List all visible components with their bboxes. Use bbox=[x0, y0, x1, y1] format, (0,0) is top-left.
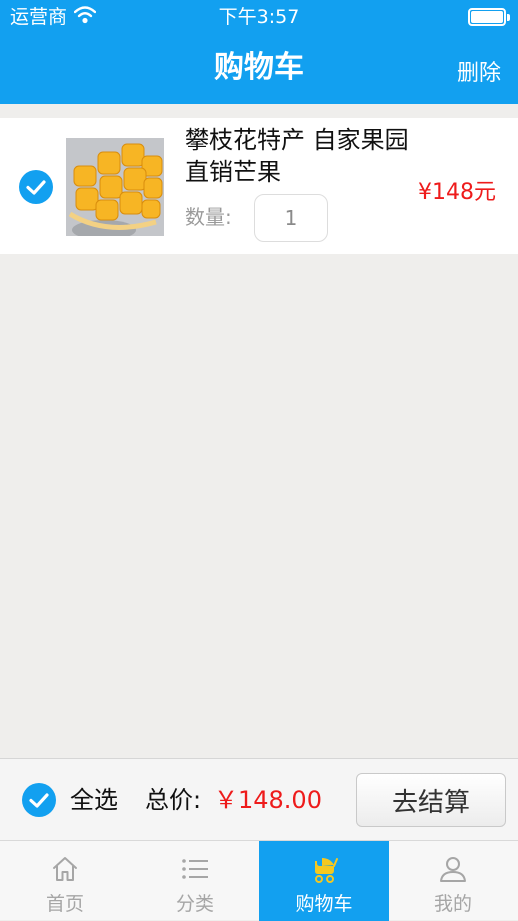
product-price: ¥148元 bbox=[418, 180, 496, 205]
product-image[interactable] bbox=[66, 138, 164, 236]
stroller-icon bbox=[308, 853, 340, 885]
status-time: 下午3:57 bbox=[218, 6, 300, 28]
quantity-input[interactable] bbox=[254, 194, 328, 242]
quantity-label: 数量: bbox=[185, 205, 232, 229]
check-icon bbox=[29, 793, 49, 808]
product-name[interactable]: 攀枝花特产 自家果园直销芒果 bbox=[185, 124, 421, 188]
tab-category[interactable]: 分类 bbox=[130, 841, 260, 921]
battery-icon bbox=[468, 8, 510, 26]
tab-bar: 首页 分类 购物车 我的 bbox=[0, 840, 518, 921]
tab-cart-label: 购物车 bbox=[295, 893, 353, 915]
status-bar: 运营商 下午3:57 bbox=[0, 0, 518, 34]
checkout-button[interactable]: 去结算 bbox=[356, 773, 506, 827]
select-all-checkbox[interactable] bbox=[22, 783, 56, 817]
mango-image bbox=[66, 138, 164, 236]
tab-home-label: 首页 bbox=[45, 893, 84, 915]
user-icon bbox=[437, 853, 469, 885]
tab-profile-label: 我的 bbox=[433, 893, 472, 915]
tab-category-label: 分类 bbox=[175, 893, 214, 915]
tab-cart[interactable]: 购物车 bbox=[259, 841, 389, 921]
summary-bar: 全选 总价: ￥148.00 去结算 bbox=[0, 758, 518, 840]
delete-button[interactable]: 删除 bbox=[457, 58, 501, 90]
page-title: 购物车 bbox=[214, 50, 304, 85]
select-all-label[interactable]: 全选 bbox=[70, 783, 118, 817]
total-price: ￥148.00 bbox=[214, 786, 322, 814]
tab-home[interactable]: 首页 bbox=[0, 841, 130, 921]
top-bar: 运营商 下午3:57 购物车 删除 bbox=[0, 0, 518, 104]
check-icon bbox=[26, 180, 46, 195]
item-checkbox[interactable] bbox=[19, 170, 53, 204]
tab-profile[interactable]: 我的 bbox=[388, 841, 518, 921]
list-icon bbox=[179, 853, 211, 885]
home-icon bbox=[49, 853, 81, 885]
cart-item: 攀枝花特产 自家果园直销芒果 数量: ¥148元 bbox=[0, 118, 518, 254]
total-label: 总价: bbox=[145, 786, 202, 814]
